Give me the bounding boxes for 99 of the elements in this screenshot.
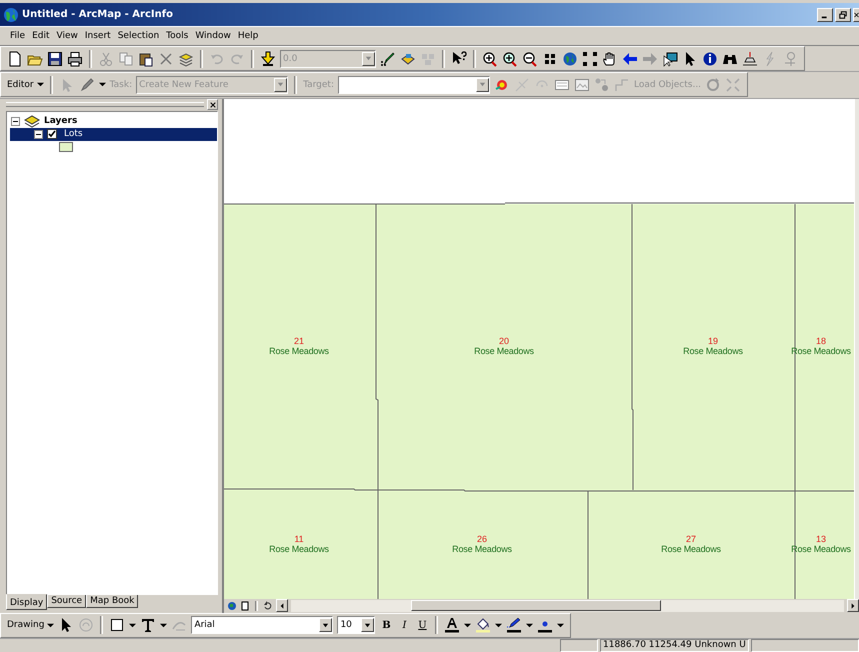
dropdown-arrow-icon [277,81,284,88]
menu-item[interactable]: Tools [166,31,188,42]
layer-row[interactable]: Lots [10,128,217,141]
globe-icon[interactable] [562,50,578,67]
close-icon [854,10,859,19]
close-button[interactable] [853,8,859,22]
task-label: Task: [110,80,132,90]
parcel-number: 13 [816,534,826,544]
dropdown-arrow-icon [364,622,372,629]
menu-item[interactable]: Selection [118,31,160,42]
caret-icon[interactable] [557,622,564,629]
legend-swatch [59,142,73,152]
coordinates-readout: 11886.70 11254.49 Unknown U [600,638,749,652]
panel-tab[interactable]: Display [6,594,48,610]
layers-icon [24,113,40,130]
data-view-icon[interactable] [227,600,237,611]
window-title: Untitled - ArcMap - ArcInfo [22,9,173,20]
menu-item[interactable]: Help [238,31,258,42]
rectangle-icon[interactable] [109,617,126,634]
menu-item[interactable]: Edit [32,31,50,42]
line-color-icon[interactable] [506,617,522,634]
parcel-name: Rose Meadows [452,544,512,554]
parcel-name: Rose Meadows [474,346,534,356]
menu-item[interactable]: Window [195,31,231,42]
minimize-button[interactable] [817,8,833,22]
panel-tab[interactable]: Source [47,594,86,608]
font-combo[interactable]: Arial [191,616,334,634]
menu-item[interactable]: File [10,31,26,42]
target-combo[interactable] [338,76,490,94]
layer-checkbox[interactable] [47,129,57,140]
select-features-icon[interactable] [662,50,678,67]
font-color-icon[interactable] [444,617,460,634]
italic-button[interactable]: I [397,620,412,631]
parcel-number: 26 [477,534,487,544]
new-document-icon[interactable] [7,50,23,67]
caret-icon [36,81,44,88]
parcel-name: Rose Meadows [661,544,721,554]
menu-item[interactable]: View [56,31,78,42]
caret-icon[interactable] [98,81,106,88]
globe-icon [3,6,19,23]
parcel-number: 27 [686,534,696,544]
caret-icon[interactable] [495,622,502,629]
zoom-in-icon[interactable] [502,50,518,67]
underline-button[interactable]: U [415,620,430,631]
fill-color-icon[interactable] [475,617,492,634]
scroll-right-button[interactable] [847,599,859,612]
status-panel [560,638,598,652]
caret-icon[interactable] [464,622,472,629]
layout-view-icon[interactable] [240,600,250,611]
zoom-out-icon[interactable] [522,50,538,67]
parcel-number: 20 [499,336,509,346]
layer-name: Lots [63,129,84,140]
pencil-icon[interactable] [78,76,95,93]
left-arrow-icon [280,602,284,609]
parcel-number: 11 [294,534,304,544]
parcel-name: Rose Meadows [683,346,743,356]
caret-icon[interactable] [526,622,534,629]
collapse-toggle[interactable] [11,116,20,126]
paste-icon[interactable] [138,50,154,67]
layers-icon[interactable] [178,50,194,67]
caret-icon [47,622,54,629]
font-size-combo[interactable]: 10 [337,616,376,634]
panel-tab[interactable]: Map Book [86,594,138,608]
help-pointer-icon[interactable] [451,50,467,67]
bold-button[interactable]: B [379,620,394,631]
parcel-number: 19 [708,336,718,346]
text-tool-icon[interactable] [140,617,156,634]
caret-icon[interactable] [129,622,136,629]
parcel-number: 18 [816,336,826,346]
parcel-number: 21 [294,336,304,346]
dropdown-arrow-icon [365,55,372,62]
caret-icon[interactable] [160,622,168,629]
fixed-zoom-out-icon[interactable] [582,50,598,67]
identify-icon[interactable] [702,50,718,67]
scroll-left-button[interactable] [276,599,288,612]
refresh-icon[interactable] [263,600,273,611]
printer-icon[interactable] [67,50,83,67]
editor-menu[interactable]: Editor [7,80,44,90]
back-arrow-icon[interactable] [622,50,638,67]
collapse-toggle[interactable] [34,130,43,139]
dropdown-arrow-icon [479,81,486,88]
drawing-menu[interactable]: Drawing [7,620,54,630]
dropdown-arrow-icon [322,622,330,629]
add-data-icon[interactable] [260,50,276,67]
sketch-properties-icon[interactable] [574,76,590,93]
right-arrow-icon [851,602,855,609]
vertical-scrollbar[interactable] [854,98,859,599]
menu-item[interactable]: Insert [84,31,111,42]
restore-icon [839,10,847,19]
parcel-name: Rose Meadows [269,544,329,554]
close-icon [210,102,216,108]
horizontal-scrollbar[interactable] [291,600,844,612]
parcel-name: Rose Meadows [269,346,329,356]
save-icon[interactable] [47,50,63,67]
zoom-in-icon[interactable] [482,50,498,67]
restore-button[interactable] [835,8,851,22]
close-button[interactable] [207,99,218,110]
data-frame-label[interactable]: Layers [44,116,78,126]
target-label: Target: [303,80,334,90]
